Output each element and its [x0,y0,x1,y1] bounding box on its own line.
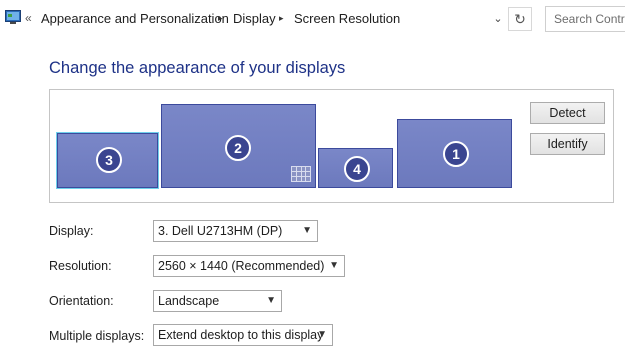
multiple-displays-label: Multiple displays: [49,329,145,343]
orientation-select[interactable]: Landscape ▼ [153,290,282,312]
refresh-button[interactable]: ↻ [508,7,532,31]
monitor-number-badge: 2 [225,135,251,161]
breadcrumb-separator-icon[interactable]: ▸ [279,13,284,24]
breadcrumb-display[interactable]: Display [233,11,276,26]
address-bar: « Appearance and Personalization ▸ Displ… [0,0,625,40]
detect-button[interactable]: Detect [530,102,605,124]
display-select[interactable]: 3. Dell U2713HM (DP) ▼ [153,220,318,242]
refresh-icon: ↻ [514,11,526,27]
monitor-1[interactable]: 1 [397,119,512,188]
overflow-chevron-icon[interactable]: « [25,11,32,25]
control-panel-icon [5,10,21,24]
chevron-down-icon: ▼ [302,225,312,236]
breadcrumb-appearance-and-personalization[interactable]: Appearance and Personalization [41,11,229,26]
orientation-label: Orientation: [49,294,114,308]
monitor-number-badge: 1 [443,141,469,167]
chevron-down-icon: ▼ [266,295,276,306]
orientation-value: Landscape [158,294,220,308]
resolution-value: 2560 × 1440 (Recommended) [158,259,325,273]
breadcrumb-screen-resolution[interactable]: Screen Resolution [294,11,400,26]
identify-button[interactable]: Identify [530,133,605,155]
display-value: 3. Dell U2713HM (DP) [158,224,283,238]
display-arrangement-area: 3 2 4 1 Detect Identify [49,89,614,203]
monitor-4[interactable]: 4 [318,148,393,188]
monitor-number-badge: 4 [344,156,370,182]
taskbar-preview-icon [291,166,311,182]
chevron-down-icon[interactable]: ⌄ [490,9,506,29]
monitor-2[interactable]: 2 [161,104,316,188]
monitor-number-badge: 3 [96,147,122,173]
multiple-displays-select[interactable]: Extend desktop to this display ▼ [153,324,333,346]
breadcrumb-separator-icon[interactable]: ▸ [218,13,223,24]
chevron-down-icon: ▼ [317,329,327,340]
monitor-3[interactable]: 3 [56,132,159,189]
resolution-label: Resolution: [49,259,112,273]
multiple-displays-value: Extend desktop to this display [158,328,324,342]
resolution-select[interactable]: 2560 × 1440 (Recommended) ▼ [153,255,345,277]
chevron-down-icon: ▼ [329,260,339,271]
page-title: Change the appearance of your displays [49,59,346,77]
display-label: Display: [49,224,94,238]
search-input[interactable] [545,6,625,32]
